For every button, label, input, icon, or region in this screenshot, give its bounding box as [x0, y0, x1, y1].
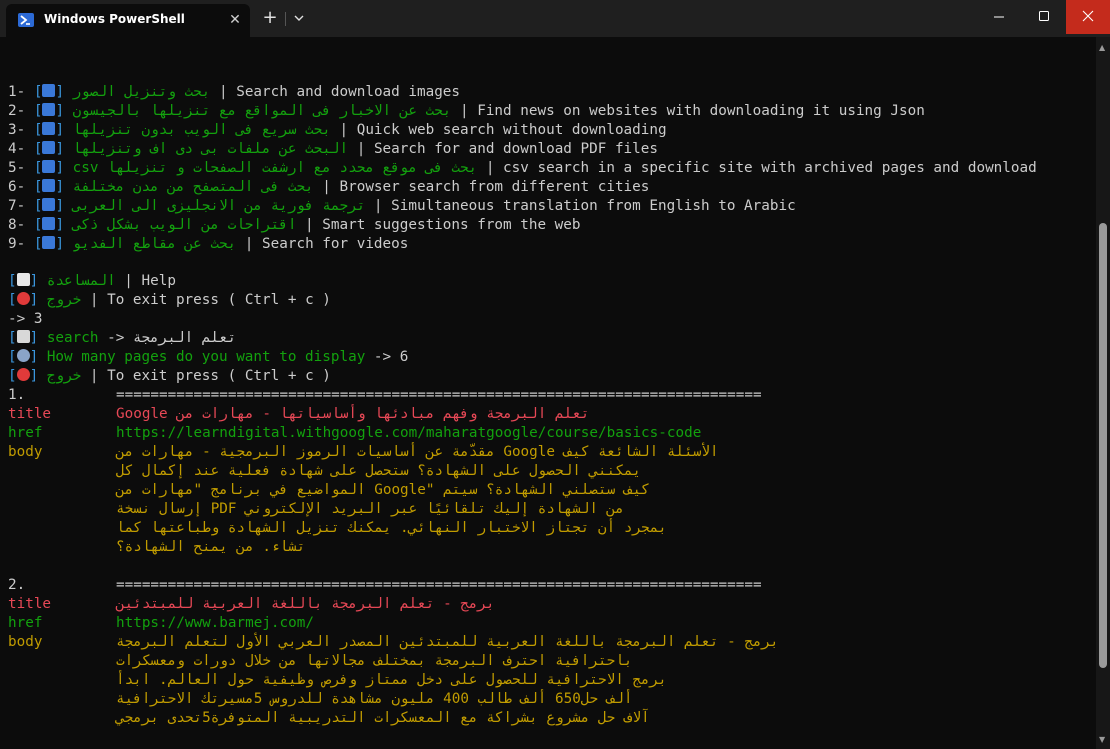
minimize-icon	[994, 16, 1004, 18]
tab-dropdown-button[interactable]	[288, 6, 310, 30]
magnifier-icon	[42, 141, 56, 154]
title-bar: Windows PowerShell ✕ +	[0, 0, 1110, 37]
menu-item: 3- [] بحث سريع فى الويب بدون تنزيلها | Q…	[8, 122, 667, 138]
menu-item: 1- [] بحث وتنزيل الصور | Search and down…	[8, 84, 461, 100]
title-label: title	[8, 406, 52, 422]
choice-line: -> 3	[8, 311, 43, 327]
result-body-line: الأسئلة الشائعة كيف Google مقدّمة عن أسا…	[116, 444, 719, 460]
result-href[interactable]: https://learndigital.withgoogle.com/maha…	[116, 424, 701, 443]
exit-line-2: [] خروج | To exit press ( Ctrl + c )	[8, 368, 331, 384]
magnifier-icon	[42, 198, 56, 211]
magnifier-icon	[42, 217, 56, 230]
result-body-line: آلاف حل مشروع بشراكة مع المعسكرات التدري…	[116, 710, 650, 726]
magnifier-icon	[42, 122, 56, 135]
result-index: 2.	[8, 577, 26, 593]
result-separator: ========================================…	[116, 577, 762, 593]
scrollbar-thumb[interactable]	[1099, 223, 1107, 668]
body-label: body	[8, 634, 43, 650]
href-label: href	[8, 425, 43, 441]
exit-line: [] خروج | To exit press ( Ctrl + c )	[8, 292, 331, 308]
close-icon	[1082, 10, 1094, 22]
magnifier-icon	[42, 103, 56, 116]
tab-divider	[285, 12, 286, 26]
menu-item: 2- [] بحث عن الاخبار فى المواقع مع تنزيل…	[8, 103, 925, 119]
menu-item: 9- [] بحث عن مقاطع الفديو | Search for v…	[8, 236, 409, 252]
menu-item: 8- [] اقتراحات من الويب بشكل ذكى | Smart…	[8, 217, 581, 233]
pages-line: [] How many pages do you want to display…	[8, 349, 409, 365]
maximize-button[interactable]	[1021, 0, 1067, 34]
result-index: 1.	[8, 387, 26, 403]
terminal-output[interactable]: 1- [] بحث وتنزيل الصور | Search and down…	[0, 37, 1096, 749]
help-line: [] المساعدة | Help	[8, 273, 176, 289]
magnifier-icon	[42, 84, 56, 97]
result-body-line: كيف ستصلني الشهادة؟ سيتم "Google المواضي…	[116, 482, 650, 498]
body-label: body	[8, 444, 43, 460]
close-tab-icon[interactable]: ✕	[224, 9, 246, 31]
tab-title: Windows PowerShell	[44, 12, 185, 26]
result-body-line: باحترافية احترف البرمجة بمختلف مجالاتها …	[116, 653, 633, 669]
result-body-line: برمج الاحترافية للحصول على دخل ممتاز وفر…	[116, 672, 667, 688]
magnifier-icon	[42, 236, 56, 249]
result-body-line: من الشهادة إليك تلقائيًا عبر البريد الإل…	[116, 501, 624, 517]
result-separator: ========================================…	[116, 387, 762, 403]
minimize-button[interactable]	[976, 0, 1022, 34]
maximize-icon	[1039, 11, 1049, 21]
dove-icon	[16, 273, 30, 286]
powershell-icon	[18, 13, 34, 27]
search-line: [] search -> تعلم البرمجة	[8, 330, 237, 346]
no-entry-icon	[16, 292, 30, 305]
magnifier-icon	[42, 179, 56, 192]
scroll-down-icon[interactable]: ▼	[1099, 735, 1105, 744]
new-tab-button[interactable]: +	[258, 6, 282, 30]
chevron-down-icon	[294, 15, 304, 21]
result-href[interactable]: https://www.barmej.com/	[116, 614, 314, 633]
no-entry-icon	[16, 368, 30, 381]
result-body-line: بمجرد أن تجتاز الاختبار النهائي. يمكنك ت…	[116, 520, 667, 536]
close-window-button[interactable]	[1066, 0, 1110, 34]
result-body-line: برمج - تعلم البرمجة باللغة العربية للمبت…	[116, 634, 779, 650]
href-label: href	[8, 615, 43, 631]
scroll-up-icon[interactable]: ▲	[1099, 43, 1105, 52]
result-title: برمج - تعلم البرمجة باللغة العربية للمبت…	[116, 596, 495, 612]
tab-powershell[interactable]: Windows PowerShell ✕	[6, 4, 250, 37]
magnifier-icon	[42, 160, 56, 173]
robot-icon	[16, 330, 30, 343]
menu-item: 5- [] بحث فى موقع محدد مع ارشفت الصفحات …	[8, 160, 1037, 176]
menu-item: 6- [] بحث فى المتصفح من مدن مختلفة | Bro…	[8, 179, 650, 195]
result-body-line: يمكنني الحصول على الشهادة؟ ستحصل على شها…	[116, 463, 642, 479]
result-body-line: ألف حل650 ألف طالب 400 مليون مشاهدة للدر…	[116, 691, 633, 707]
atom-icon	[16, 349, 30, 362]
menu-item: 7- [] ترجمة فورية من الانجليزى الى العرب…	[8, 198, 796, 214]
title-label: title	[8, 596, 52, 612]
result-body-line: تشاء. من يمنح الشهادة؟	[116, 539, 306, 555]
menu-item: 4- [] البحث عن ملفات بى دى اف وتنزيلها |…	[8, 141, 658, 157]
scrollbar[interactable]: ▲ ▼	[1096, 37, 1110, 749]
result-title: تعلم البرمجة وفهم مبادئها وأساسياتها - م…	[116, 406, 590, 422]
